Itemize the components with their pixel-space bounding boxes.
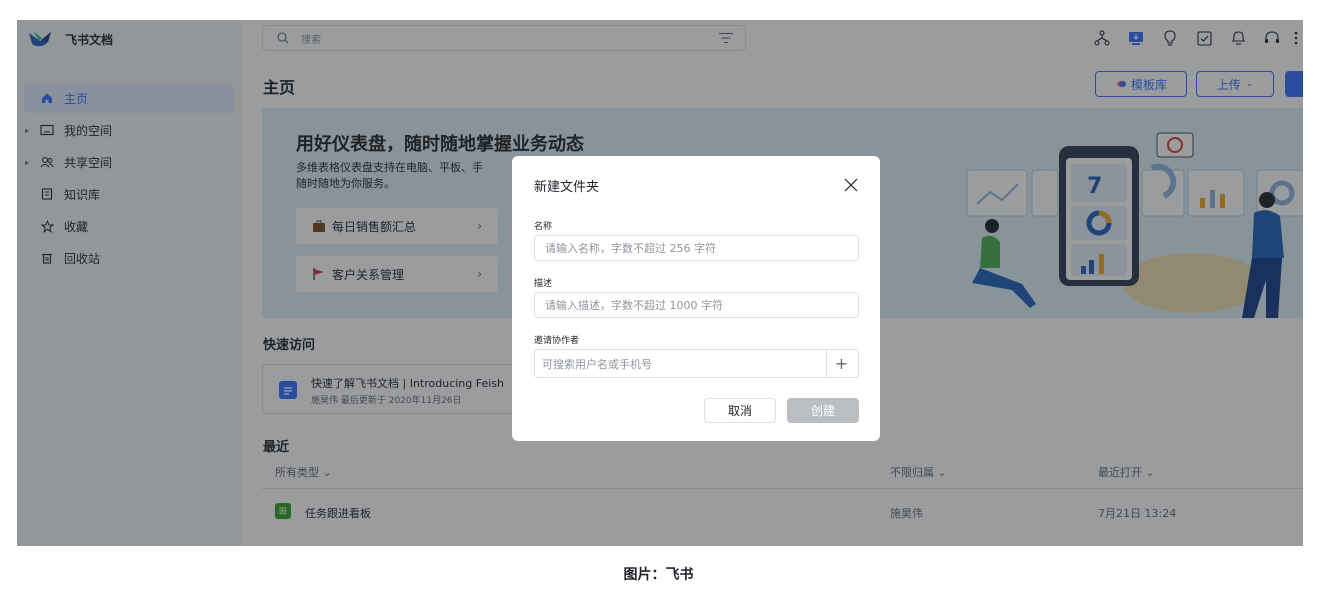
create-button[interactable]: 创建 xyxy=(787,398,859,423)
add-collaborator-button[interactable]: + xyxy=(825,349,859,378)
name-input[interactable]: 请输入名称，字数不超过 256 字符 xyxy=(534,235,859,261)
invite-label: 邀请协作者 xyxy=(534,336,580,346)
app-window: 飞书文档 主页 ▸ 我的空间 ▸ 共享空间 知识库 收藏 回收站 搜索 主页 模… xyxy=(17,20,1303,546)
dialog-title: 新建文件夹 xyxy=(534,180,600,195)
image-caption: 图片：飞书 xyxy=(623,567,694,583)
new-folder-dialog: 新建文件夹 名称 请输入名称，字数不超过 256 字符 描述 请输入描述，字数不… xyxy=(512,156,880,441)
plus-icon: + xyxy=(834,354,849,373)
invite-input[interactable]: 可搜索用户名或手机号 xyxy=(534,349,827,378)
close-icon[interactable] xyxy=(844,178,858,192)
cancel-button[interactable]: 取消 xyxy=(704,398,776,423)
name-label: 名称 xyxy=(534,222,553,232)
description-input[interactable]: 请输入描述，字数不超过 1000 字符 xyxy=(534,292,859,318)
screenshot: 飞书文档 主页 ▸ 我的空间 ▸ 共享空间 知识库 收藏 回收站 搜索 主页 模… xyxy=(17,20,1303,546)
description-label: 描述 xyxy=(534,279,553,289)
